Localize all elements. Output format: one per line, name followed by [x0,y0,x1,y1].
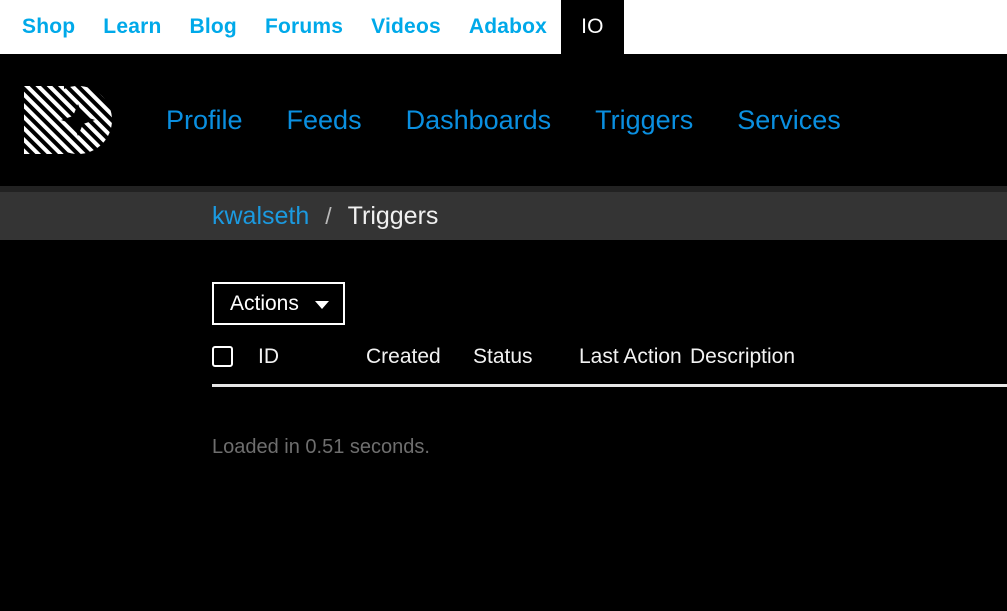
page-content: Actions ID Created Status Last Action De… [0,240,1007,611]
triggers-table: ID Created Status Last Action Descriptio… [212,340,1007,387]
adafruit-io-logo-icon [22,84,114,156]
nav-link-dashboards[interactable]: Dashboards [384,105,574,136]
nav-link-profile[interactable]: Profile [144,105,265,136]
breadcrumb: kwalseth / Triggers [0,186,1007,240]
adafruit-io-logo[interactable] [22,84,114,156]
table-header: ID Created Status Last Action Descriptio… [212,340,1007,386]
table-header-select [212,340,258,386]
chevron-down-icon [315,301,329,309]
nav-link-triggers[interactable]: Triggers [573,105,715,136]
select-all-checkbox[interactable] [212,346,233,367]
table-header-last-action[interactable]: Last Action [579,340,690,386]
top-link-videos[interactable]: Videos [357,0,455,54]
table-header-id[interactable]: ID [258,340,366,386]
actions-button[interactable]: Actions [212,282,345,325]
top-link-forums[interactable]: Forums [251,0,357,54]
nav-link-services[interactable]: Services [715,105,863,136]
top-link-adabox[interactable]: Adabox [455,0,561,54]
breadcrumb-owner-link[interactable]: kwalseth [212,202,309,231]
actions-button-label: Actions [230,292,299,316]
top-link-shop[interactable]: Shop [0,0,89,54]
nav-link-feeds[interactable]: Feeds [265,105,384,136]
top-link-learn[interactable]: Learn [89,0,175,54]
table-header-created[interactable]: Created [366,340,473,386]
breadcrumb-separator: / [325,203,331,230]
top-link-io[interactable]: IO [561,0,624,54]
table-header-status[interactable]: Status [473,340,579,386]
top-utility-bar: Shop Learn Blog Forums Videos Adabox IO [0,0,1007,54]
table-header-row: ID Created Status Last Action Descriptio… [212,340,1007,386]
top-link-blog[interactable]: Blog [175,0,250,54]
table-header-description[interactable]: Description [690,340,1007,386]
breadcrumb-current-page: Triggers [348,202,439,231]
main-navigation-bar: Profile Feeds Dashboards Triggers Servic… [0,54,1007,186]
load-time-status: Loaded in 0.51 seconds. [212,436,430,459]
